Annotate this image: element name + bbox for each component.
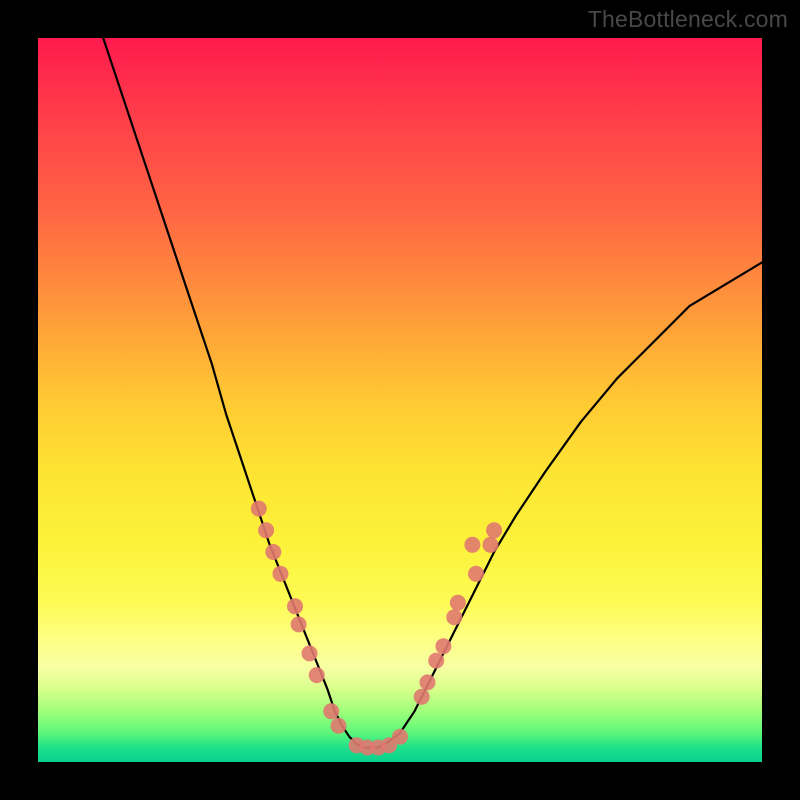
curve-marker [287,598,303,614]
curve-marker [483,537,499,553]
plot-area [38,38,762,762]
curve-marker [291,616,307,632]
curve-marker [392,729,408,745]
curve-marker [331,718,347,734]
curve-marker [428,653,444,669]
curve-marker [302,645,318,661]
curve-marker [446,609,462,625]
curve-marker [420,674,436,690]
curve-marker [414,689,430,705]
curve-marker [258,522,274,538]
curve-marker [486,522,502,538]
chart-svg [38,38,762,762]
curve-marker [450,595,466,611]
curve-markers [251,501,502,756]
chart-frame: TheBottleneck.com [0,0,800,800]
curve-marker [464,537,480,553]
curve-marker [323,703,339,719]
curve-marker [265,544,281,560]
curve-marker [309,667,325,683]
curve-marker [251,501,267,517]
watermark-label: TheBottleneck.com [588,6,788,33]
curve-marker [468,566,484,582]
curve-marker [435,638,451,654]
curve-marker [273,566,289,582]
bottleneck-curve [103,38,762,748]
